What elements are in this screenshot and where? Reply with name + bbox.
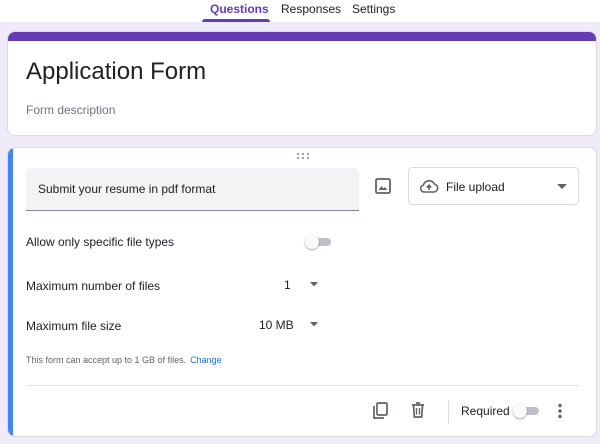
chevron-down-icon bbox=[557, 184, 567, 189]
add-image-icon[interactable] bbox=[373, 176, 393, 196]
max-files-dropdown[interactable]: 1 bbox=[284, 278, 291, 292]
form-title[interactable]: Application Form bbox=[26, 58, 206, 86]
question-type-dropdown[interactable]: File upload bbox=[408, 167, 579, 205]
question-title-input[interactable]: Submit your resume in pdf format bbox=[26, 168, 359, 211]
footer-divider bbox=[26, 385, 579, 386]
max-files-label: Maximum number of files bbox=[26, 279, 161, 293]
duplicate-icon[interactable] bbox=[372, 402, 388, 420]
header-accent-bar bbox=[8, 32, 596, 41]
footer-vertical-divider bbox=[448, 400, 449, 424]
top-tab-bar: Questions Responses Settings bbox=[0, 0, 600, 22]
question-card[interactable]: Submit your resume in pdf format File up… bbox=[7, 147, 597, 437]
max-size-dropdown[interactable]: 10 MB bbox=[259, 318, 294, 332]
more-options-icon[interactable] bbox=[557, 403, 563, 419]
required-toggle[interactable] bbox=[513, 404, 541, 418]
allow-file-types-toggle[interactable] bbox=[305, 235, 333, 249]
tab-settings[interactable]: Settings bbox=[352, 2, 395, 16]
max-size-label: Maximum file size bbox=[26, 319, 122, 333]
chevron-down-icon[interactable] bbox=[310, 322, 318, 327]
tab-responses[interactable]: Responses bbox=[281, 2, 341, 16]
active-card-indicator bbox=[8, 148, 13, 436]
change-limit-link[interactable]: Change bbox=[190, 355, 222, 365]
form-description-field[interactable]: Form description bbox=[26, 103, 115, 117]
upload-limit-note: This form can accept up to 1 GB of files… bbox=[26, 355, 222, 365]
tab-questions[interactable]: Questions bbox=[210, 2, 269, 16]
drag-handle-icon[interactable] bbox=[296, 152, 310, 160]
upload-limit-text: This form can accept up to 1 GB of files… bbox=[26, 355, 187, 365]
cloud-upload-icon bbox=[419, 180, 439, 193]
required-label: Required bbox=[461, 404, 510, 418]
question-type-label: File upload bbox=[446, 180, 505, 194]
delete-icon[interactable] bbox=[410, 401, 426, 419]
form-header-card[interactable]: Application Form Form description bbox=[7, 31, 597, 136]
allow-file-types-label: Allow only specific file types bbox=[26, 235, 175, 249]
question-title-text: Submit your resume in pdf format bbox=[38, 182, 216, 196]
chevron-down-icon[interactable] bbox=[310, 282, 318, 287]
active-tab-indicator bbox=[202, 19, 270, 22]
